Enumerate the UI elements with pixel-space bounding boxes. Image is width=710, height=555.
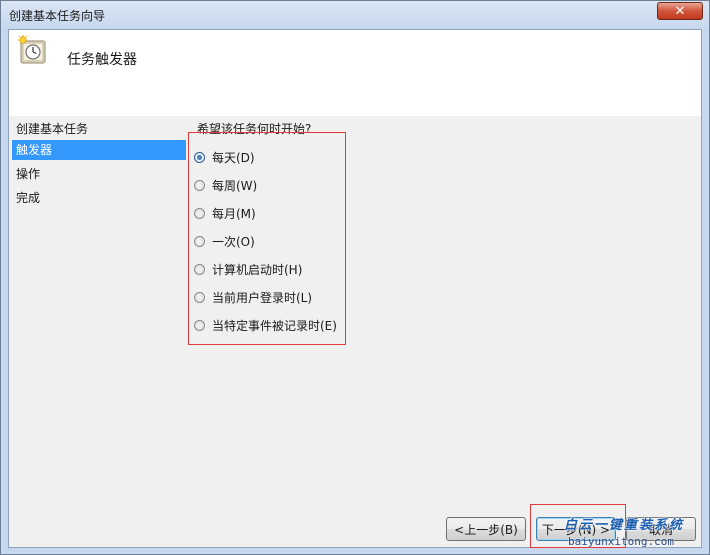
option-label: 每天(D) [212, 150, 255, 165]
option-label: 一次(O) [212, 234, 255, 249]
option-computer-starts[interactable]: 计算机启动时(H) [194, 260, 302, 278]
watermark-text: 白云一键重装系统 [564, 518, 685, 533]
nav-item-create-basic-task[interactable]: 创建基本任务 [12, 119, 186, 139]
wizard-client-area: 任务触发器 创建基本任务 触发器 操作 完成 希望该任务何时开始? 每天(D) … [8, 29, 702, 548]
option-monthly[interactable]: 每月(M) [194, 204, 256, 222]
radio-button[interactable] [194, 319, 205, 331]
radio-button[interactable] [194, 235, 205, 247]
radio-button[interactable] [194, 291, 205, 303]
option-weekly[interactable]: 每周(W) [194, 176, 257, 194]
nav-item-label: 触发器 [16, 143, 53, 157]
radio-button-checked[interactable] [194, 151, 205, 163]
option-once[interactable]: 一次(O) [194, 232, 255, 250]
wizard-window: 创建基本任务向导 ✕ 任务触发器 创建基本任务 触发器 操作 完成 希望该任务何… [0, 0, 710, 555]
task-clock-icon [17, 35, 46, 64]
option-user-logs-on[interactable]: 当前用户登录时(L) [194, 288, 312, 306]
radio-button[interactable] [194, 179, 205, 191]
close-icon: ✕ [674, 3, 686, 19]
back-button-label: <上一步(B) [454, 522, 518, 537]
option-label: 每月(M) [212, 206, 256, 221]
title-bar[interactable]: 创建基本任务向导 ✕ [1, 1, 709, 29]
close-button[interactable]: ✕ [657, 2, 703, 20]
radio-button[interactable] [194, 207, 205, 219]
option-label: 当前用户登录时(L) [212, 290, 313, 305]
wizard-header: 任务触发器 [9, 30, 701, 116]
nav-item-label: 完成 [16, 191, 41, 205]
option-label: 计算机启动时(H) [212, 262, 303, 277]
option-label: 当特定事件被记录时(E) [212, 318, 337, 333]
back-button[interactable]: <上一步(B) [446, 517, 526, 541]
nav-item-action[interactable]: 操作 [12, 164, 186, 184]
nav-item-trigger[interactable]: 触发器 [12, 140, 186, 160]
option-event-logged[interactable]: 当特定事件被记录时(E) [194, 316, 337, 334]
nav-item-label: 创建基本任务 [16, 122, 89, 136]
option-label: 每周(W) [212, 178, 258, 193]
nav-item-label: 操作 [16, 167, 41, 181]
nav-item-finish[interactable]: 完成 [12, 188, 186, 208]
watermark-logo: 白云一键重装系统 baiyunxitong.com [556, 512, 706, 552]
option-daily[interactable]: 每天(D) [194, 148, 255, 166]
page-title: 任务触发器 [67, 52, 137, 68]
window-title: 创建基本任务向导 [9, 9, 106, 23]
watermark-url: baiyunxitong.com [568, 535, 674, 548]
radio-button[interactable] [194, 263, 205, 275]
